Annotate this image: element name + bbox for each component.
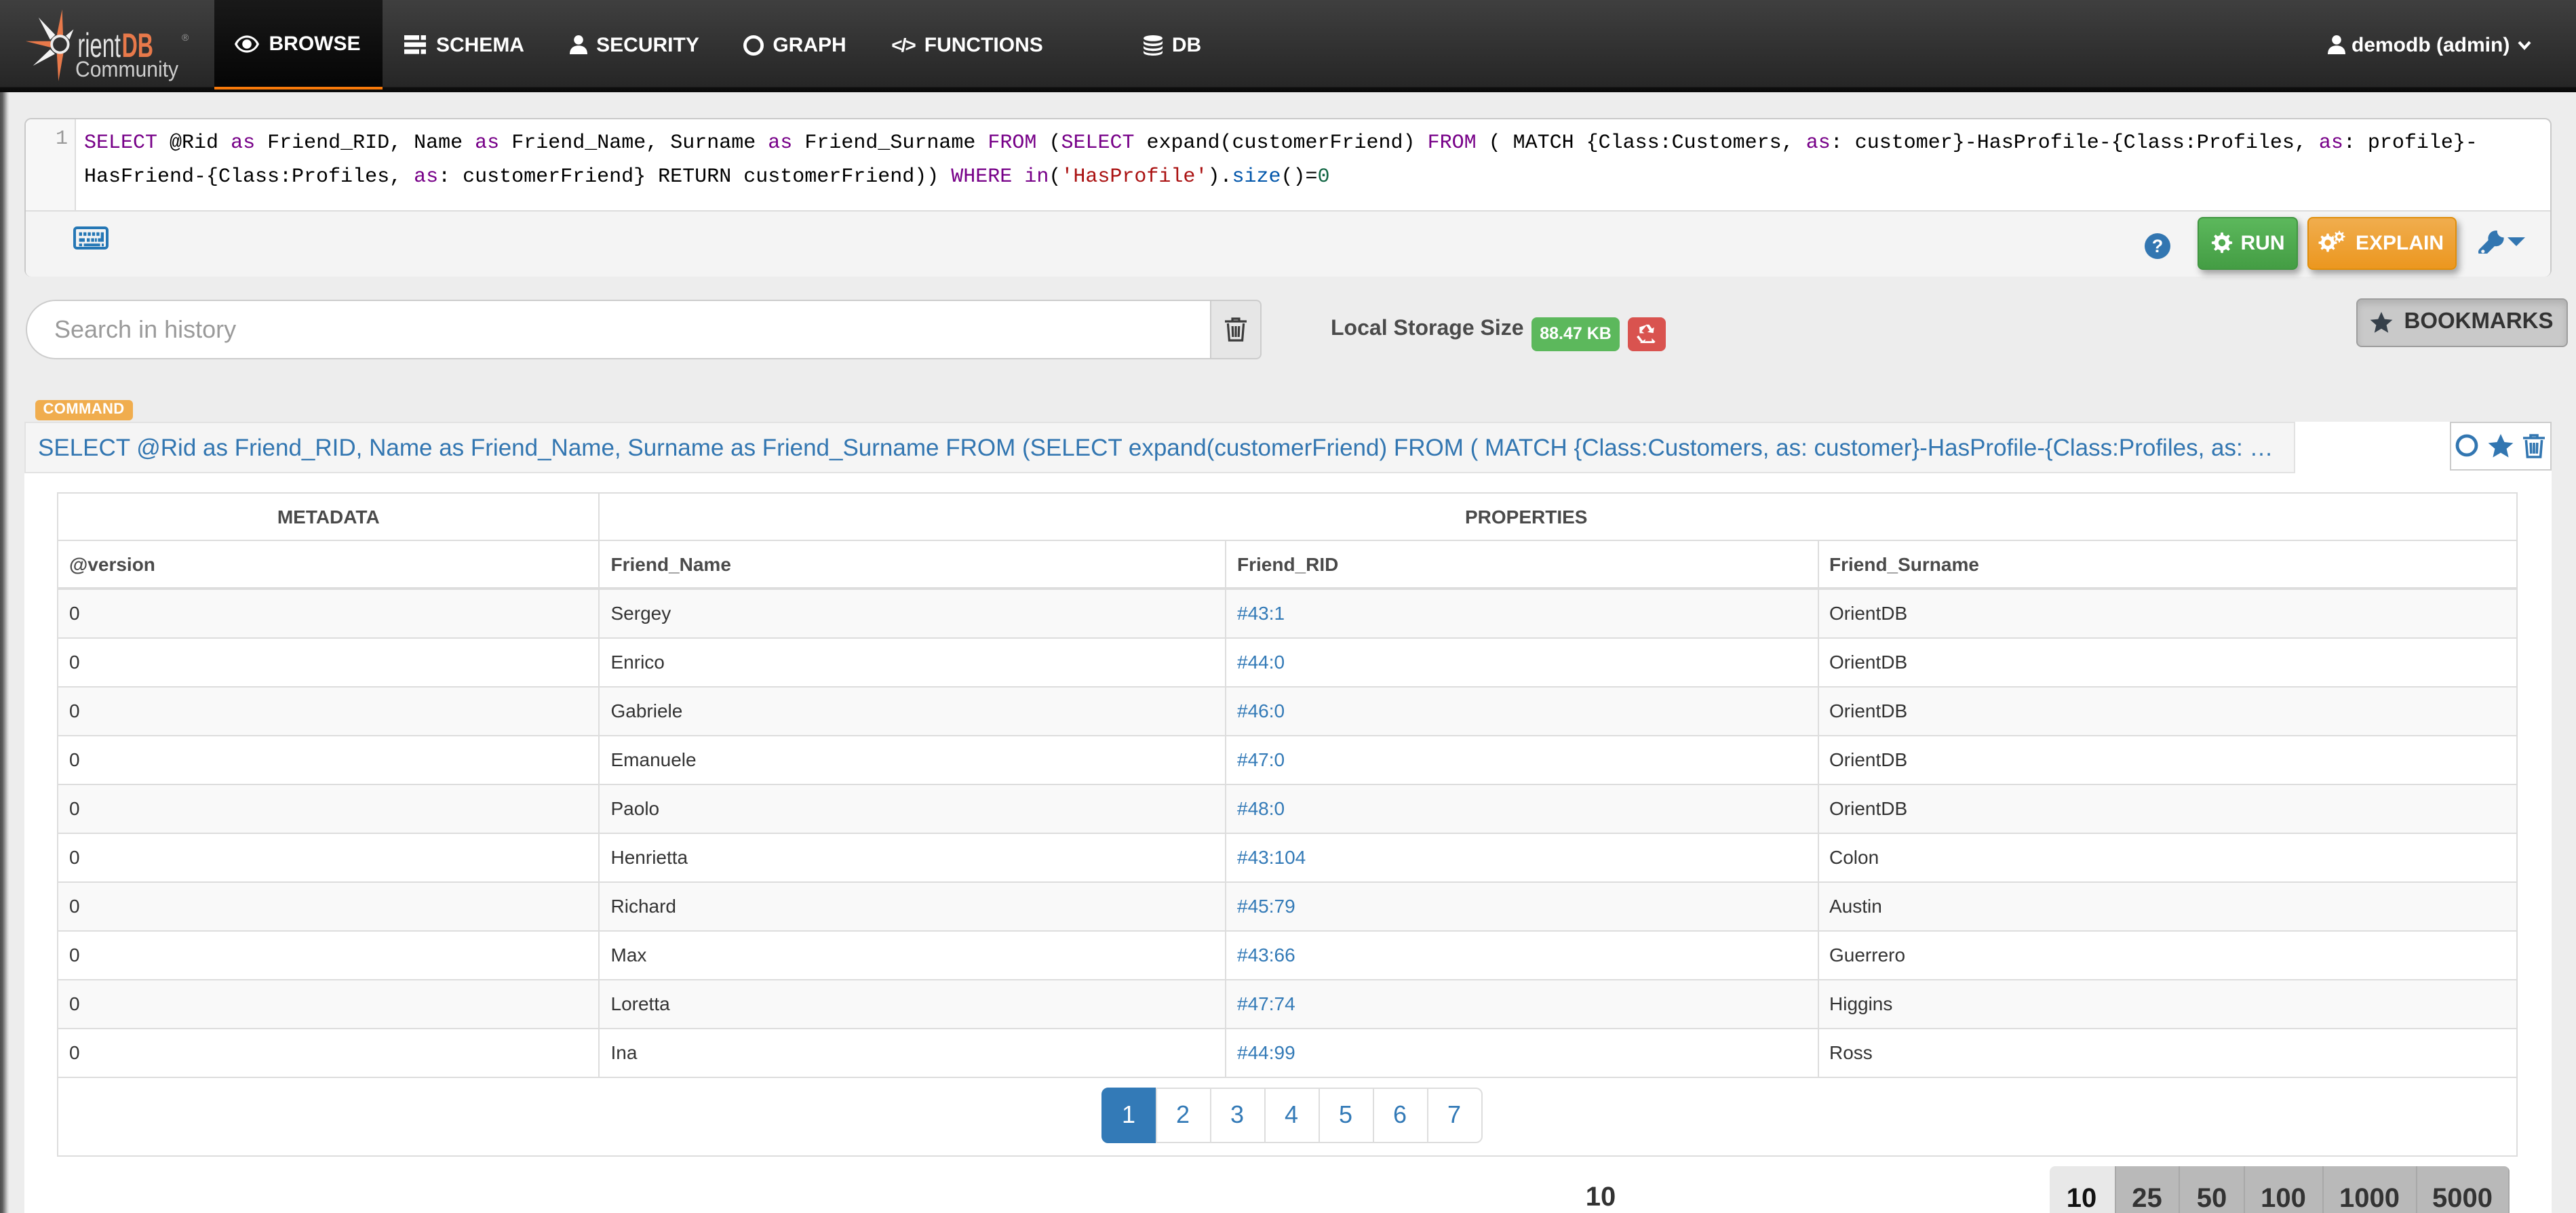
svg-text:Community: Community [75,57,178,81]
svg-text:?: ? [2152,236,2164,256]
svg-text:®: ® [182,32,189,43]
